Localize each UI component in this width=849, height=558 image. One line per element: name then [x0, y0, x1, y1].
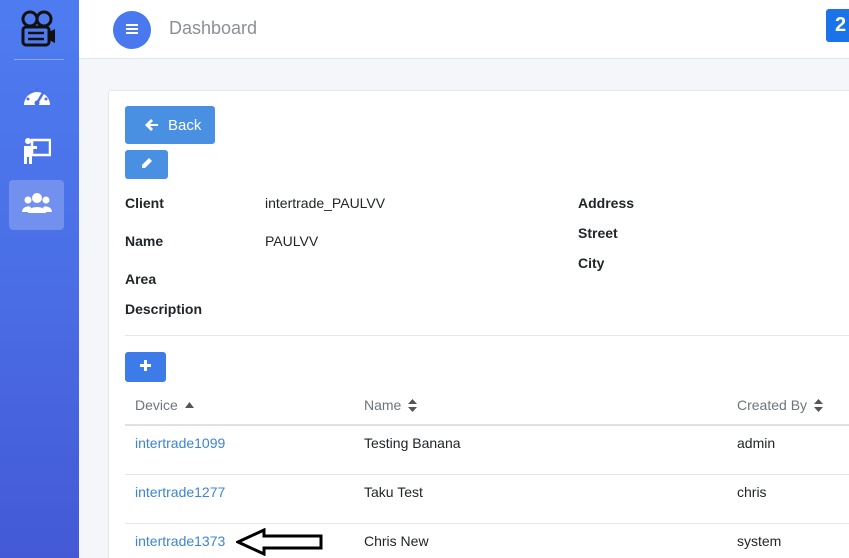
column-header-created-by[interactable]: Created By — [737, 397, 824, 413]
topbar: Dashboard 2 — [79, 0, 849, 59]
device-link[interactable]: intertrade1373 — [135, 533, 225, 549]
device-name: Testing Banana — [364, 435, 461, 451]
device-created-by: admin — [737, 435, 776, 451]
row-divider — [125, 523, 849, 524]
speedometer-icon — [22, 83, 52, 114]
menu-toggle-button[interactable] — [113, 11, 151, 49]
device-created-by: system — [737, 533, 782, 549]
row-divider — [125, 474, 849, 475]
sidebar-item-users[interactable] — [9, 180, 64, 230]
client-label: Client — [125, 195, 164, 211]
description-label: Description — [125, 301, 203, 317]
pencil-icon — [141, 156, 153, 174]
users-icon — [21, 191, 52, 220]
section-divider — [125, 335, 849, 336]
column-header-label: Device — [135, 397, 178, 413]
device-link[interactable]: intertrade1277 — [135, 484, 225, 500]
back-button[interactable]: Back — [125, 106, 215, 144]
topbar-badge[interactable]: 2 — [826, 9, 849, 42]
teacher-board-icon — [23, 137, 51, 170]
column-header-label: Created By — [737, 397, 808, 413]
edit-button[interactable] — [125, 150, 168, 179]
name-label: Name — [125, 233, 164, 249]
back-button-label: Back — [168, 116, 202, 134]
sidebar-item-dashboard[interactable] — [9, 73, 64, 123]
sort-asc-icon — [184, 402, 194, 408]
column-header-name[interactable]: Name — [364, 397, 418, 413]
detail-card: Back Client intertrade_PAULVV Name PAULV… — [108, 90, 849, 558]
device-name: Chris New — [364, 533, 429, 549]
street-label: Street — [578, 225, 618, 241]
table-header-border — [125, 424, 849, 426]
annotation-arrow-icon — [234, 527, 324, 557]
sort-icon — [814, 398, 824, 412]
address-label: Address — [578, 195, 635, 211]
sort-icon — [408, 398, 418, 412]
city-label: City — [578, 255, 605, 271]
client-value: intertrade_PAULVV — [265, 195, 386, 211]
add-device-button[interactable] — [125, 352, 166, 382]
sidebar-divider — [14, 59, 64, 60]
device-name: Taku Test — [364, 484, 423, 500]
name-value: PAULVV — [265, 233, 319, 249]
plus-icon — [140, 358, 151, 376]
arrow-left-icon — [145, 119, 158, 131]
film-camera-icon[interactable] — [20, 10, 56, 48]
area-label: Area — [125, 271, 157, 287]
page-title: Dashboard — [169, 18, 258, 38]
sidebar — [0, 0, 79, 558]
device-created-by: chris — [737, 484, 767, 500]
sidebar-item-training[interactable] — [9, 128, 64, 178]
column-header-label: Name — [364, 397, 402, 413]
hamburger-icon — [126, 21, 138, 39]
column-header-device[interactable]: Device — [135, 397, 194, 413]
device-link[interactable]: intertrade1099 — [135, 435, 225, 451]
